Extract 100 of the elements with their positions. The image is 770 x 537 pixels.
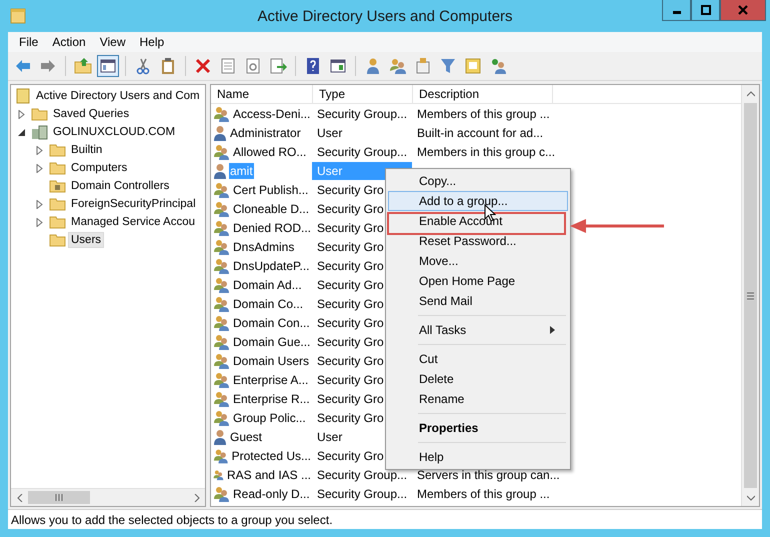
name-cell[interactable]: Protected Us... [230,448,312,464]
name-cell[interactable]: RAS and IAS ... [226,466,312,482]
menu-item[interactable]: Cut [388,349,568,369]
type-cell-text: Security Gro [316,372,385,388]
app-icon [10,8,26,24]
name-cell[interactable]: Administrator [229,124,302,140]
name-cell[interactable]: Access-Deni... [232,106,312,122]
type-cell-text: Security Gro [316,410,385,426]
user-icon [213,162,227,178]
menu-item[interactable]: Rename [388,389,568,409]
tree-item[interactable]: Domain Controllers [68,178,172,194]
console-tree-button[interactable] [97,55,119,77]
name-cell[interactable]: Enterprise A... [232,372,310,388]
folder-icon [49,233,66,247]
help-icon [304,57,322,75]
group-icon [213,276,230,292]
description-cell-text: Built-in account for ad... [416,124,544,142]
menu-item[interactable]: View [92,35,132,49]
name-cell[interactable]: Allowed RO... [232,144,308,160]
scrollbar-thumb[interactable] [28,491,90,504]
collapse-icon[interactable] [16,128,26,136]
type-cell-text: Security Gro [316,334,385,350]
group-icon [213,352,230,368]
expand-icon[interactable] [16,110,26,118]
type-cell-text: Security Gro [316,296,385,312]
menu-item[interactable]: Reset Password... [388,231,568,251]
group-icon [213,200,230,216]
name-cell[interactable]: Domain Gue... [232,334,312,350]
tree-item[interactable]: ForeignSecurityPrincipal [68,196,199,212]
folder-icon [31,107,48,121]
column-header[interactable]: Name [211,85,313,103]
menu-item[interactable]: Send Mail [388,291,568,311]
close-button[interactable] [720,0,766,21]
type-cell-text: Security Gro [316,276,385,294]
name-cell[interactable]: Domain Users [232,352,310,368]
console-tree-icon [99,57,117,75]
tree-item[interactable]: GOLINUXCLOUD.COM [50,124,178,140]
type-cell-text: User [316,124,344,142]
menu-item[interactable]: Move... [388,251,568,271]
folder-icon [49,143,66,157]
menu-item[interactable]: Help [388,447,568,467]
group-icon [213,258,230,274]
tree-item[interactable]: Saved Queries [50,106,132,122]
group-icon [213,448,229,464]
type-cell-text: Security Gro [316,220,385,236]
window-title: Active Directory Users and Computers [257,8,513,24]
type-cell-text: Security Gro [316,390,385,408]
group-icon [213,144,230,160]
group-icon [213,486,230,502]
scrollbar-thumb[interactable] [744,103,757,488]
minimize-button[interactable] [662,0,691,21]
menu-item[interactable]: Delete [388,369,568,389]
menu-item[interactable]: File [12,35,46,49]
type-cell-text: Security Gro [316,258,385,274]
menu-item[interactable]: Open Home Page [388,271,568,291]
maximize-button[interactable] [691,0,720,21]
tree-item[interactable]: Active Directory Users and Com [33,88,203,104]
right-chevron-icon [194,494,200,502]
type-cell-text: Security Group... [316,144,408,160]
tree-item[interactable]: Managed Service Accou [68,214,198,230]
menu-item[interactable]: Help [132,35,172,49]
name-cell[interactable]: DnsUpdateP... [232,258,310,274]
tree-item[interactable]: Builtin [68,142,106,158]
column-header[interactable]: Description [413,85,553,103]
close-icon [738,5,748,15]
group-icon [213,106,230,122]
type-cell-text: Security Group... [316,486,408,502]
down-chevron-icon [746,494,754,500]
name-cell[interactable]: Denied ROD... [232,220,312,236]
grip-icon [747,292,754,300]
column-header[interactable]: Type [313,85,413,103]
menu-item[interactable]: Properties [388,418,568,438]
group-icon [213,390,230,406]
name-cell[interactable]: Domain Co... [232,296,304,312]
name-cell[interactable]: Group Polic... [232,410,307,426]
name-cell[interactable]: Cert Publish... [232,182,310,198]
menu-item[interactable]: Add to a group... [388,191,568,211]
menu-item[interactable]: All Tasks [388,320,568,340]
name-cell[interactable]: Guest [229,428,264,444]
name-cell[interactable]: DnsAdmins [232,238,296,254]
name-cell[interactable]: Read-only D... [232,486,311,502]
tree-item[interactable]: Computers [68,160,130,176]
name-cell[interactable]: Domain Con... [232,314,311,330]
type-cell-text: Security Gro [316,200,385,218]
folder-icon [49,161,66,175]
name-cell[interactable]: Enterprise R... [232,390,311,406]
type-cell-text: Security Gro [316,238,385,256]
group-icon [213,372,230,388]
panel-icon [329,57,347,75]
group-icon [213,238,230,254]
new-group-icon [389,57,407,75]
description-cell-text: Members of this group ... [416,106,551,122]
menu-item[interactable]: Action [45,35,93,49]
description-cell-text: Servers in this group can... [416,466,561,484]
left-chevron-icon [16,494,22,502]
name-cell[interactable]: Domain Ad... [232,276,303,292]
name-cell[interactable]: Cloneable D... [232,200,310,216]
type-cell-text: Security Gro [316,182,385,198]
tree-item[interactable]: Users [68,232,104,248]
document-icon [219,57,237,75]
